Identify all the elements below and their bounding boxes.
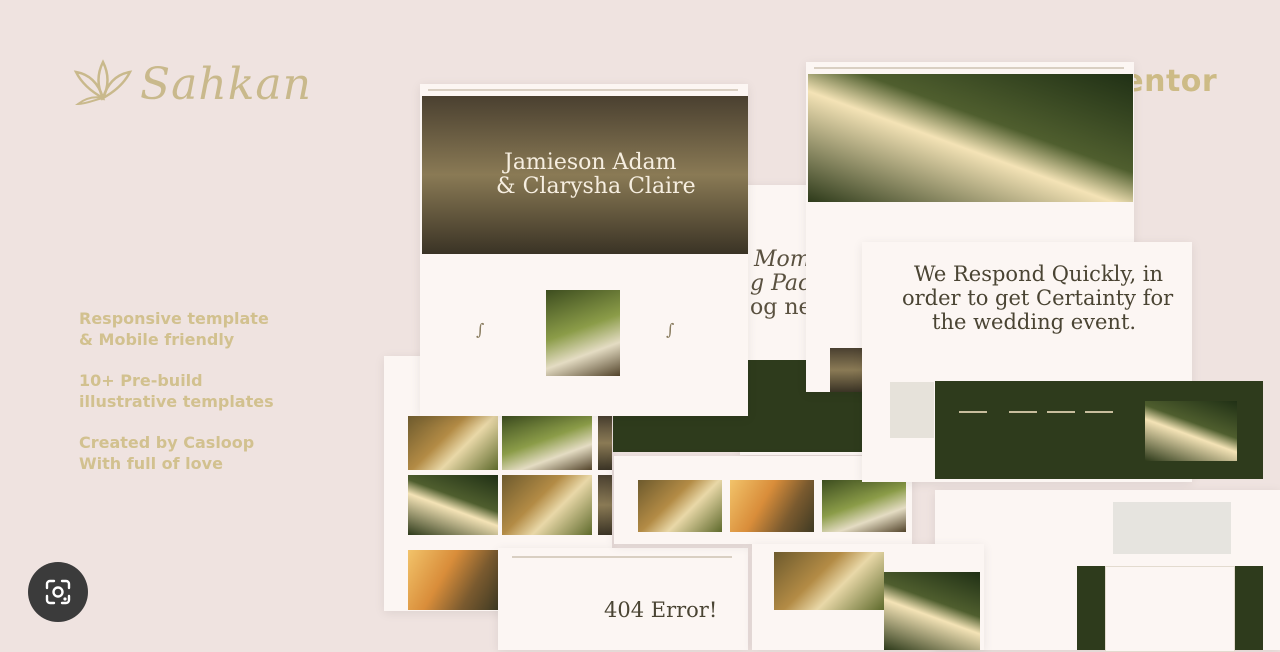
- brand-logo: Sahkan: [72, 58, 312, 110]
- signature-left: ∫: [476, 320, 485, 339]
- gallery-photo: [774, 552, 884, 610]
- google-lens-icon: [45, 579, 71, 605]
- leaf-logo-icon: [73, 59, 133, 106]
- hero-title-line-2: & Clarysha Claire: [496, 174, 696, 199]
- gallery-photo: [408, 475, 498, 535]
- feature-item: 10+ Pre-build illustrative templates: [79, 371, 274, 411]
- feature-item: Created by Casloop With full of love: [79, 433, 255, 473]
- gallery-photo: [408, 416, 498, 470]
- contact-form: [1105, 566, 1235, 652]
- gallery-photo: [638, 480, 722, 532]
- gallery-photo: [830, 348, 864, 392]
- google-lens-button[interactable]: [28, 562, 88, 622]
- gallery-photo: [884, 572, 980, 650]
- map-thumb: [1113, 502, 1231, 554]
- hero-title-line-1: Jamieson Adam: [504, 150, 677, 175]
- feature-item: Responsive template & Mobile friendly: [79, 309, 269, 349]
- package-text-1: Mom: [754, 247, 811, 272]
- gallery-photo: [502, 475, 592, 535]
- gallery-photo: [598, 416, 612, 470]
- feature-list: Responsive template & Mobile friendly 10…: [79, 308, 274, 494]
- hero-mockup: Jamieson Adam & Clarysha Claire ∫ ∫: [420, 84, 748, 416]
- error-title: 404 Error!: [604, 598, 718, 622]
- couple-photo: [546, 290, 620, 376]
- gallery-photo: [408, 550, 498, 610]
- brand-name: Sahkan: [140, 58, 312, 110]
- photo-collage-mockup: [752, 544, 984, 650]
- couple-photo: [808, 74, 1133, 202]
- venue-photo: [1145, 401, 1237, 461]
- gallery-photo: [730, 480, 814, 532]
- quote-line-1: We Respond Quickly, in: [914, 262, 1164, 286]
- stats-band: [935, 381, 1263, 479]
- gallery-photo: [822, 480, 906, 532]
- quote-line-2: order to get Certainty for: [902, 286, 1174, 310]
- contact-mockup: [935, 490, 1280, 652]
- hero-photo: Jamieson Adam & Clarysha Claire: [422, 96, 748, 254]
- signature-right: ∫: [666, 320, 675, 339]
- gallery-photo: [598, 475, 612, 535]
- error-page-mockup: 404 Error!: [498, 548, 748, 650]
- map-thumb: [890, 382, 934, 438]
- gallery-photo: [502, 416, 592, 470]
- quote-line-3: the wedding event.: [932, 310, 1137, 334]
